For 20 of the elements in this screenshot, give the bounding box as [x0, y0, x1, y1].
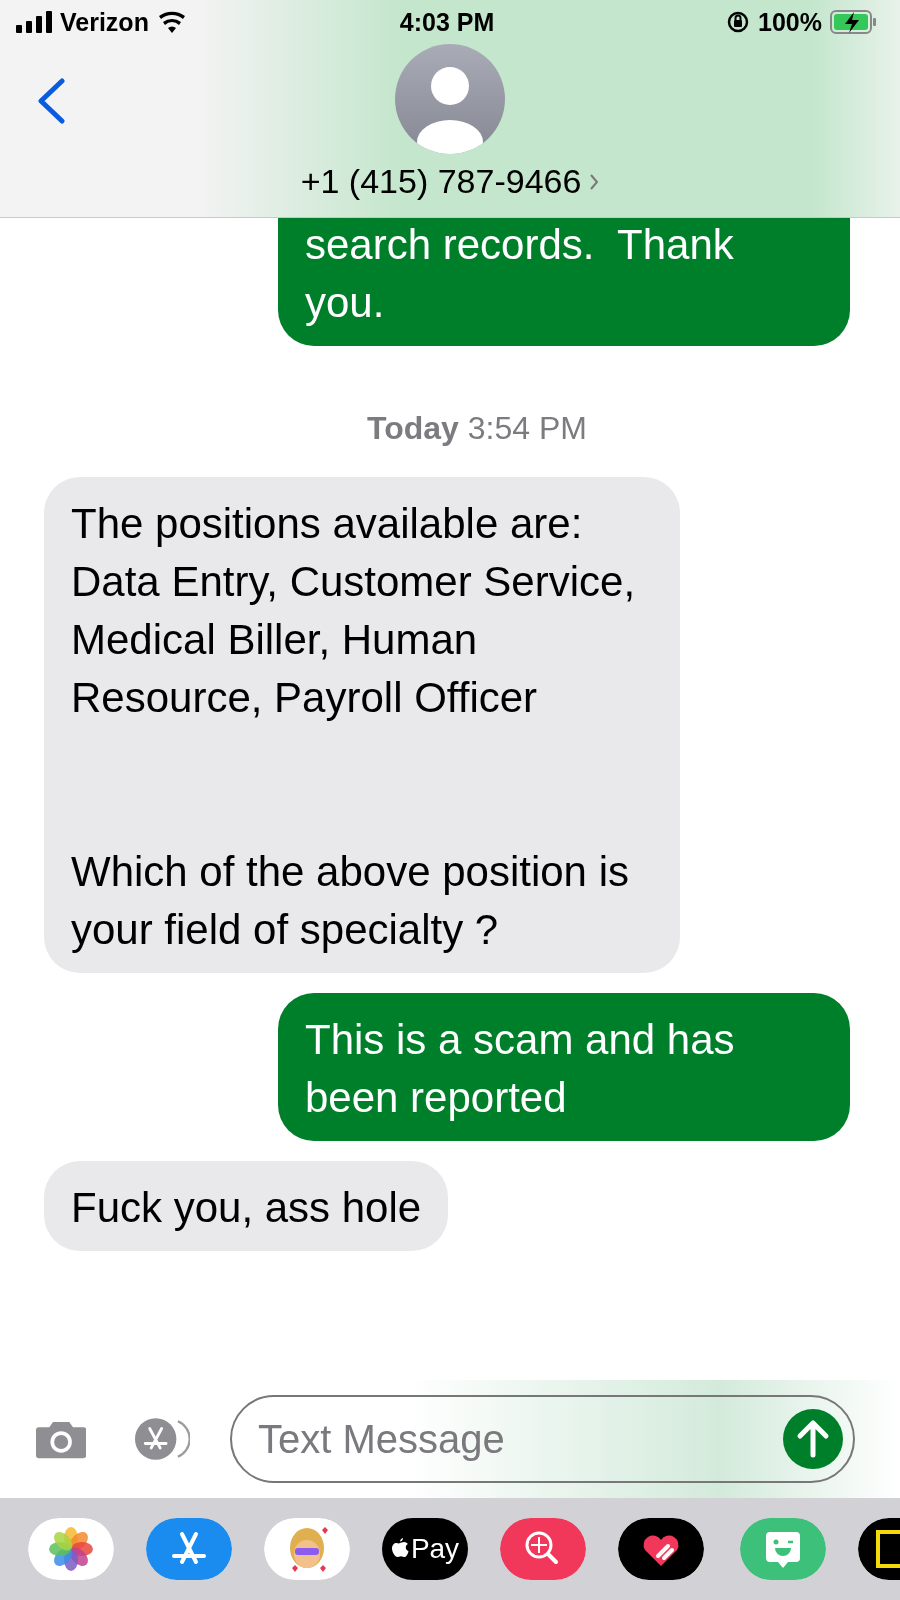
- send-button-icon[interactable]: [783, 1409, 843, 1469]
- apple-logo-icon: [390, 1538, 409, 1560]
- received-message-bubble: Fuck you, ass hole: [44, 1161, 449, 1251]
- battery-percentage: 100%: [758, 7, 822, 37]
- carrier-name: Verizon: [60, 7, 149, 37]
- battery-icon: [830, 10, 878, 34]
- chevron-right-icon[interactable]: [589, 172, 600, 191]
- apple-pay-app[interactable]: Pay: [382, 1518, 468, 1580]
- contact-phone-number[interactable]: +1 (415) 787-9466: [300, 162, 582, 201]
- message-timestamp: Today 3:54 PM: [367, 410, 587, 447]
- sent-message-bubble: This is a scam and has been reported: [278, 993, 850, 1141]
- clock-time: 4:03 PM: [399, 7, 495, 37]
- rotation-lock-icon: [726, 10, 751, 34]
- sent-message-bubble: search records. Thank you.: [278, 218, 850, 346]
- signal-icon: [16, 11, 52, 33]
- message-input-field[interactable]: Text Message: [230, 1395, 855, 1483]
- contact-avatar-icon[interactable]: [395, 44, 505, 154]
- wifi-icon: [156, 11, 187, 33]
- back-chevron-icon[interactable]: [36, 78, 66, 124]
- received-message-bubble: The positions available are: Data Entry, Customer Service, Medical Biller, Human Resource, Payroll Officer Which of the above position is your field of specialty ?: [44, 477, 680, 973]
